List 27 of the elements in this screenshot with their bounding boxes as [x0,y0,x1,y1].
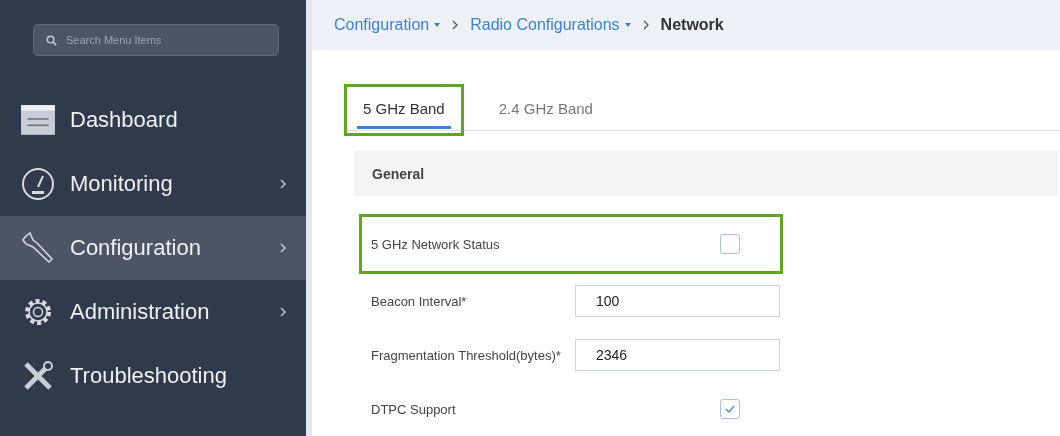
gauge-icon [20,167,56,201]
menu-item[interactable]: Dashboard [0,88,306,152]
caret-down-icon[interactable] [434,23,441,28]
caret-down-icon[interactable] [624,23,631,28]
checkbox[interactable] [720,234,740,254]
field-label: Fragmentation Threshold(bytes)* [371,347,562,363]
section-title: General [372,165,425,182]
input-field[interactable]: 100 [575,285,780,317]
dashboard-icon [20,103,56,137]
search-field[interactable]: Search Menu Items [33,24,279,56]
menu-item[interactable]: Troubleshooting [0,344,306,408]
field-label: 5 GHz Network Status [371,236,501,252]
tab[interactable]: 5 GHz Band [357,90,451,130]
menu-item[interactable]: Administration [0,280,306,344]
menu-item[interactable]: Configuration [0,216,306,280]
breadcrumb-current: Network [660,16,724,35]
chevron-right-icon [642,20,649,31]
input-field[interactable]: 2346 [575,339,780,371]
menu-item[interactable]: Monitoring [0,152,306,216]
checkbox[interactable] [720,399,740,419]
chevron-right-icon [452,20,459,31]
field-label: DTPC Support [371,401,457,417]
breadcrumb-link[interactable]: Radio Configurations [470,16,620,35]
search-icon [46,35,57,46]
field-label: Beacon Interval* [371,293,468,309]
checkmark-icon [725,405,735,413]
tab[interactable]: 2.4 GHz Band [492,90,599,130]
